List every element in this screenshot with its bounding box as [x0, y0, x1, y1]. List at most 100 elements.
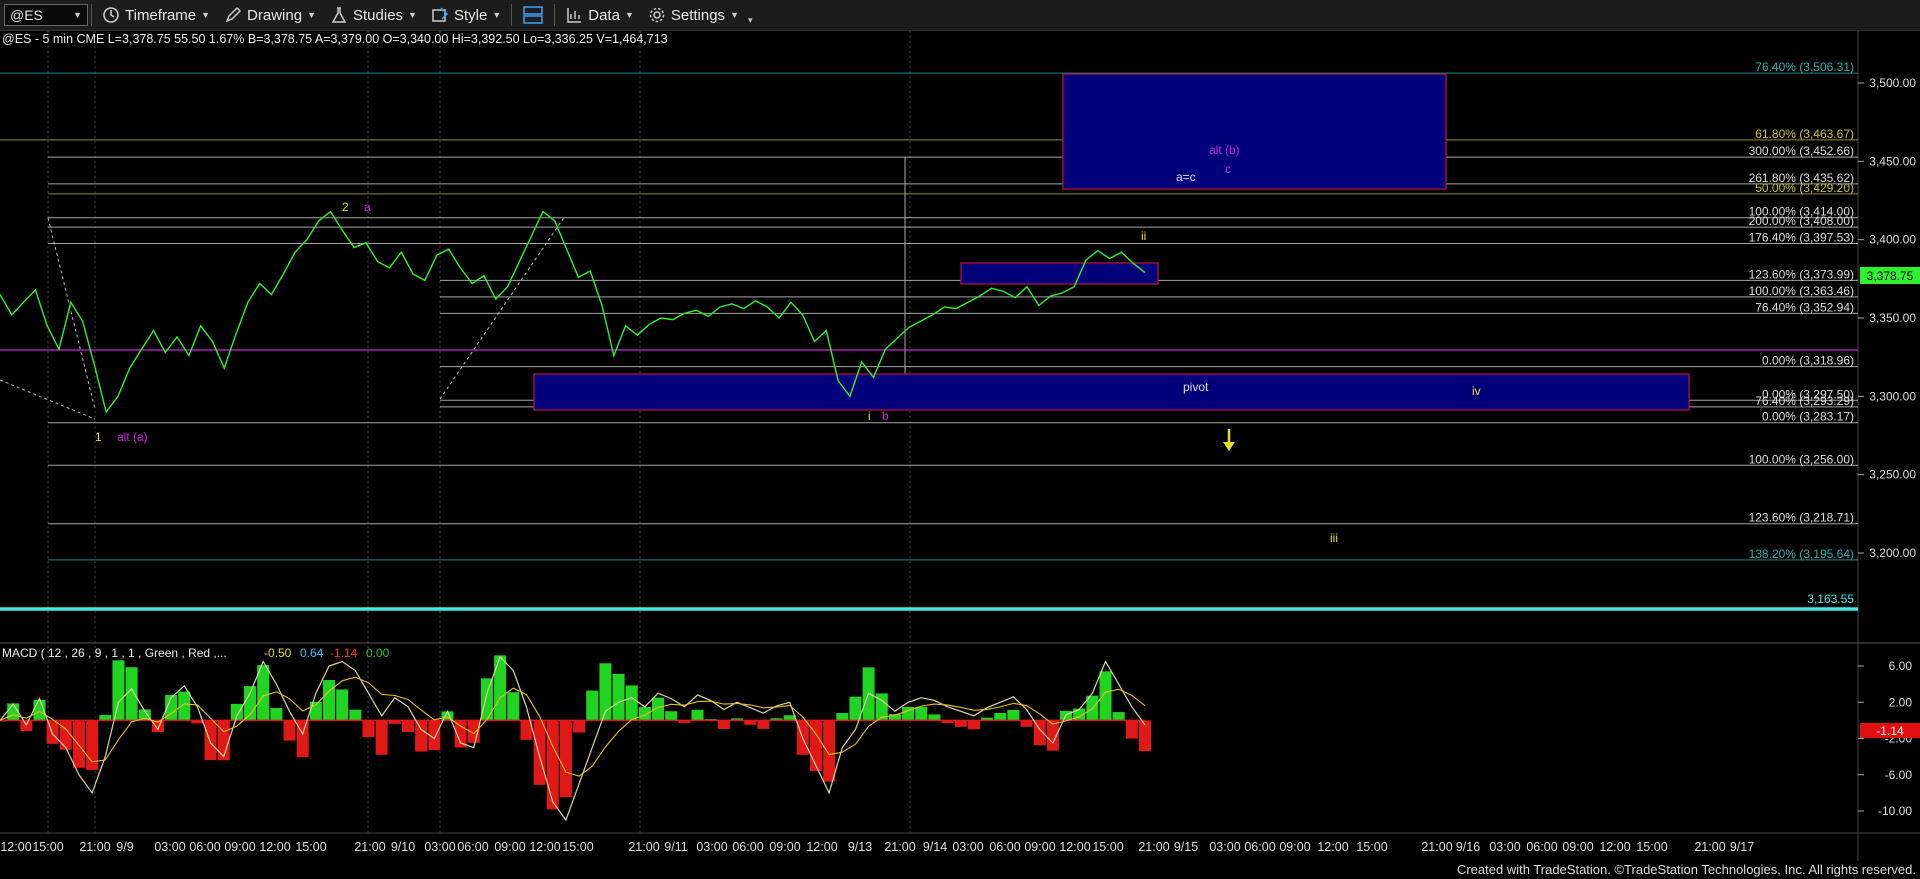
style-menu[interactable]: Style ▼	[424, 0, 508, 30]
macd-histogram-bar	[257, 665, 270, 721]
macd-histogram-bar	[178, 691, 191, 721]
fib-level-label: 123.60% (3,218.71)	[1749, 511, 1854, 525]
wave-label-alt-a: alt (a)	[117, 430, 148, 444]
wave-label-iv: iv	[1472, 384, 1481, 398]
macd-histogram-bar	[823, 720, 836, 782]
settings-menu[interactable]: Settings ▼	[641, 0, 746, 30]
fib-level-label: 76.40% (3,506.31)	[1755, 60, 1854, 74]
layout-button[interactable]	[515, 0, 551, 30]
x-axis-tick-label: 9/17	[1730, 840, 1754, 854]
layout-icon	[523, 6, 543, 24]
macd-histogram-bar	[717, 720, 730, 729]
studies-label: Studies	[353, 6, 404, 24]
fib-level-label: 0.00% (3,283.17)	[1762, 410, 1854, 424]
fib-level-label: 61.80% (3,463.67)	[1755, 127, 1854, 141]
macd-histogram-bar	[480, 678, 493, 721]
x-axis-tick-label: 9/9	[116, 840, 133, 854]
macd-histogram-bar	[665, 711, 678, 721]
macd-histogram-bar	[967, 720, 980, 730]
macd-histogram-bar	[928, 714, 941, 721]
x-axis-tick-label: 03:00	[1489, 840, 1520, 854]
macd-histogram-bar	[283, 720, 296, 741]
x-axis-tick-label: 03:00	[1209, 840, 1240, 854]
x-axis-tick-label: 21:00	[354, 840, 385, 854]
macd-histogram-bar	[204, 720, 217, 761]
macd-histogram-bar	[638, 707, 651, 721]
x-axis-tick-label: 15:00	[295, 840, 326, 854]
macd-histogram-bar	[652, 697, 665, 721]
x-axis-tick-label: 21:00	[1421, 840, 1452, 854]
pencil-icon	[225, 6, 242, 23]
chevron-down-icon: ▼	[201, 10, 211, 20]
fib-level-label: 50.00% (3,429.20)	[1755, 181, 1854, 195]
macd-histogram-bar	[757, 720, 770, 729]
toolbar-divider	[91, 4, 92, 26]
macd-histogram-bar	[7, 703, 20, 721]
x-axis-tick-label: 12:00	[806, 840, 837, 854]
fib-level-label: 76.40% (3,293.29)	[1755, 394, 1854, 408]
x-axis-tick-label: 09:00	[1279, 840, 1310, 854]
macd-histogram-bar	[1099, 671, 1112, 721]
macd-histogram-bar	[494, 655, 507, 721]
chevron-down-icon: ▼	[408, 10, 417, 20]
wave-label-alt-b: alt (b)	[1209, 143, 1240, 157]
x-axis-tick-label: 06:00	[189, 840, 220, 854]
fib-level-label: 200.00% (3,408.00)	[1749, 214, 1854, 228]
macd-histogram-bar	[270, 708, 283, 721]
x-axis-tick-label: 15:00	[1636, 840, 1667, 854]
y-axis-tick-label: 3,200.00	[1869, 546, 1916, 560]
symbol-selector[interactable]: @ES ▼	[4, 4, 88, 26]
timeframe-menu[interactable]: Timeframe ▼	[95, 0, 217, 30]
clock-icon	[103, 7, 119, 23]
chart-area[interactable]: @ES - 5 min CME L=3,378.75 55.50 1.67% B…	[0, 31, 1920, 861]
support-box-pivot	[533, 373, 1690, 411]
macd-histogram-bar	[375, 720, 388, 755]
x-axis-tick-label: 09:00	[1024, 840, 1055, 854]
fib-level-label: 100.00% (3,363.46)	[1749, 284, 1854, 298]
x-axis-tick-label: 03:00	[952, 840, 983, 854]
x-axis-tick-label: 12:00	[1317, 840, 1348, 854]
macd-value-4: 0.00	[366, 646, 390, 660]
macd-histogram-bar	[836, 713, 849, 721]
timeframe-label: Timeframe	[125, 6, 197, 24]
macd-histogram-bar	[217, 720, 230, 761]
macd-histogram-bar	[783, 715, 796, 721]
x-axis-tick-label: 9/14	[923, 840, 947, 854]
macd-histogram-bar	[1125, 720, 1138, 739]
macd-histogram-bar	[72, 720, 85, 768]
x-axis-tick-label: 21:00	[79, 840, 110, 854]
x-axis-tick-label: 21:00	[884, 840, 915, 854]
macd-histogram-bar	[415, 720, 428, 752]
wave-label-c: c	[1225, 162, 1231, 176]
x-axis-tick-label: 06:00	[1526, 840, 1557, 854]
y-axis-tick-label: 3,500.00	[1869, 76, 1916, 90]
style-icon	[432, 7, 449, 22]
x-axis-tick-label: 15:00	[1092, 840, 1123, 854]
x-axis-tick-label: 09:00	[494, 840, 525, 854]
x-axis-tick-label: 06:00	[1244, 840, 1275, 854]
toolbar-divider	[554, 4, 556, 26]
support-line-label: 3,163.55	[1807, 592, 1854, 606]
x-axis-tick-label: 03:00	[154, 840, 185, 854]
x-axis-tick-label: 21:00	[1138, 840, 1169, 854]
chevron-down-icon: ▼	[307, 10, 316, 20]
toolbar-overflow-icon[interactable]: ▾	[748, 15, 753, 26]
macd-y-tick-label: -6.00	[1885, 768, 1913, 782]
last-price-tag: 3,378.75	[1860, 267, 1920, 284]
studies-menu[interactable]: Studies ▼	[323, 0, 424, 30]
macd-header-label: MACD ( 12 , 26 , 9 , 1 , 1 , Green , Red…	[2, 646, 227, 660]
x-axis-tick-label: 09:00	[224, 840, 255, 854]
x-axis-tick-label: 12:00	[529, 840, 560, 854]
macd-histogram-bar	[507, 692, 520, 721]
y-axis-tick-label: 3,400.00	[1869, 233, 1916, 247]
fib-level-label: 138.20% (3,195.64)	[1749, 547, 1854, 561]
fib-level-label: 176.40% (3,397.53)	[1749, 231, 1854, 245]
data-menu[interactable]: Data ▼	[558, 0, 641, 30]
macd-histogram-bar	[1112, 712, 1125, 721]
footer-credit: Created with TradeStation. ©TradeStation…	[1456, 862, 1916, 877]
drawing-menu[interactable]: Drawing ▼	[217, 0, 323, 30]
macd-histogram-bar	[559, 720, 572, 798]
x-axis-tick-label: 06:00	[457, 840, 488, 854]
macd-value-2: 0.64	[300, 646, 324, 660]
x-axis-tick-label: 9/11	[664, 840, 687, 854]
